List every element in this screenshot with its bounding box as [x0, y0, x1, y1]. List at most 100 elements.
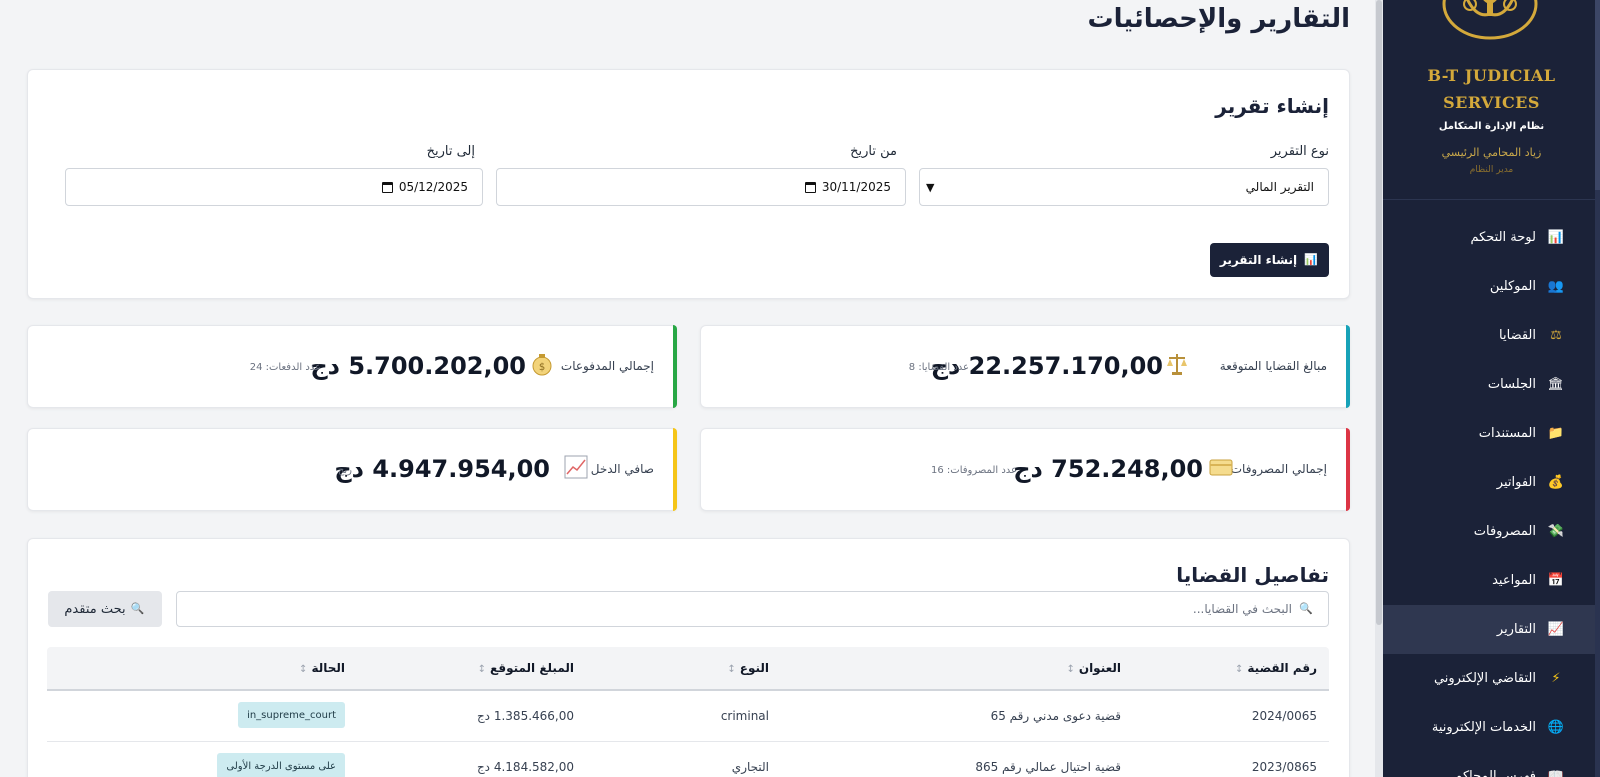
stat-accent-bar — [1346, 428, 1350, 511]
main-content: التقارير والإحصائيات إنشاء تقرير نوع الت… — [0, 0, 1383, 777]
stat-sub: عدد الدفعات: 24 — [249, 362, 321, 373]
sidebar-item-dashboard[interactable]: 📊 لوحة التحكم — [1383, 213, 1600, 262]
create-report-card: إنشاء تقرير نوع التقرير التقرير المالي ▼… — [27, 69, 1350, 299]
create-report-title: إنشاء تقرير — [1215, 94, 1329, 118]
sidebar-item-appointments[interactable]: 📅 المواعيد — [1383, 556, 1600, 605]
svg-text:$: $ — [539, 362, 545, 373]
chart-up-icon — [564, 455, 588, 479]
chart-icon: 📊 — [1304, 253, 1318, 266]
status-badge: in_supreme_court — [238, 702, 345, 728]
report-type-select[interactable]: التقرير المالي ▼ — [919, 168, 1329, 206]
stat-sub: عدد المصروفات: 16 — [931, 465, 1017, 476]
book-icon: 📖 — [1547, 768, 1564, 777]
sidebar-scrollbar[interactable] — [1595, 0, 1600, 777]
case-amount: 4.184.582,00 دج — [476, 760, 574, 774]
courthouse-icon: 🏛 — [1547, 376, 1564, 392]
case-title: قضية احتيال عمالي رقم 865 — [975, 760, 1121, 774]
stat-card-expenses: إجمالي المصروفات 752.248,00 دج عدد المصر… — [700, 428, 1350, 511]
generate-report-label: إنشاء التقرير — [1219, 253, 1298, 267]
folder-icon: 📁 — [1547, 425, 1564, 441]
sidebar-item-documents[interactable]: 📁 المستندات — [1383, 409, 1600, 458]
sidebar-item-sessions[interactable]: 🏛 الجلسات — [1383, 360, 1600, 409]
credit-card-icon — [1209, 459, 1233, 476]
stat-sub: عدد القضايا: 8 — [908, 362, 969, 373]
money-wings-icon: 💸 — [1547, 523, 1564, 539]
stat-card-net-income: صافي الدخل 4.947.954,00 دج ربح — [27, 428, 677, 511]
stat-label: مبالغ القضايا المتوقعة — [1219, 359, 1327, 373]
stat-sub: ربح — [337, 465, 352, 476]
user-name: زياد المحامي الرئيسي — [1441, 146, 1542, 159]
sort-icon: ↕ — [477, 664, 487, 675]
calendar-icon: 📅 — [1547, 572, 1564, 588]
stat-accent-bar — [673, 325, 677, 408]
case-amount: 1.385.466,00 دج — [476, 709, 574, 723]
sidebar-item-invoices[interactable]: 💰 الفواتير — [1383, 458, 1600, 507]
sidebar-item-e-litigation[interactable]: ⚡ التقاضي الإلكتروني — [1383, 654, 1600, 703]
search-icon: 🔍 — [1299, 602, 1313, 615]
stat-value: 5.700.202,00 دج — [310, 352, 526, 380]
page-title: التقارير والإحصائيات — [1087, 4, 1350, 34]
sort-icon: ↕ — [1235, 664, 1244, 675]
chart-icon: 📊 — [1547, 229, 1564, 245]
tree-logo-icon — [1442, 0, 1538, 40]
case-title: قضية دعوى مدني رقم 65 — [990, 709, 1121, 723]
case-type: التجاري — [731, 760, 769, 774]
case-number: 2023/0865 — [1251, 760, 1317, 774]
sidebar-item-court-index[interactable]: 📖 فهرس المحاكم — [1383, 752, 1600, 777]
sidebar-item-reports[interactable]: 📈 التقارير — [1383, 605, 1600, 654]
generate-report-button[interactable]: 📊 إنشاء التقرير — [1210, 243, 1329, 277]
main-scrollbar[interactable] — [1375, 0, 1383, 777]
case-type: criminal — [720, 709, 769, 723]
users-icon: 👥 — [1547, 278, 1564, 294]
sidebar-item-expenses[interactable]: 💸 المصروفات — [1383, 507, 1600, 556]
case-details-card: تفاصيل القضايا 🔍 البحث في القضايا... 🔍 ب… — [27, 538, 1350, 777]
from-date-value: 30/11/2025 — [821, 180, 891, 194]
from-date-label: من تاريخ — [850, 144, 897, 159]
sort-icon: ↕ — [727, 664, 736, 675]
stat-accent-bar — [1346, 325, 1350, 408]
column-header-amount[interactable]: المبلغ المتوقع↕ — [478, 661, 574, 675]
column-header-status[interactable]: الحالة↕ — [299, 661, 345, 675]
sort-icon: ↕ — [1066, 664, 1075, 675]
sidebar-item-cases[interactable]: ⚖ القضايا — [1383, 311, 1600, 360]
column-header-title[interactable]: العنوان↕ — [1066, 661, 1121, 675]
sidebar-item-clients[interactable]: 👥 الموكلين — [1383, 262, 1600, 311]
advanced-search-button[interactable]: 🔍 بحث متقدم — [48, 591, 162, 627]
case-details-title: تفاصيل القضايا — [1176, 563, 1329, 587]
money-bag-icon: 💰 — [1547, 474, 1564, 490]
scales-icon: ⚖ — [1550, 327, 1562, 343]
column-header-type[interactable]: النوع↕ — [727, 661, 769, 675]
sidebar-item-e-services[interactable]: 🌐 الخدمات الإلكترونية — [1383, 703, 1600, 752]
case-search-input[interactable]: 🔍 البحث في القضايا... — [176, 591, 1329, 627]
to-date-input[interactable]: 05/12/2025 — [65, 168, 483, 206]
from-date-input[interactable]: 30/11/2025 — [496, 168, 906, 206]
table-row[interactable]: 2024/0065 قضية دعوى مدني رقم 65 criminal… — [47, 691, 1329, 742]
stat-value: 752.248,00 دج — [1013, 455, 1203, 483]
status-badge: على مستوى الدرجة الأولى — [217, 753, 345, 777]
scrollbar-thumb[interactable] — [1595, 0, 1600, 190]
report-type-value: التقرير المالي — [1245, 180, 1314, 194]
brand-name: B-T JUDICIAL SERVICES — [1427, 66, 1556, 112]
lightning-icon: ⚡ — [1551, 670, 1561, 686]
calendar-icon[interactable] — [804, 181, 816, 193]
search-placeholder: البحث في القضايا... — [1192, 602, 1292, 616]
stat-card-payments: إجمالي المدفوعات $ 5.700.202,00 دج عدد ا… — [27, 325, 677, 408]
sidebar: B-T JUDICIAL SERVICES نظام الإدارة المتك… — [1383, 0, 1600, 777]
to-date-label: إلى تاريخ — [426, 144, 475, 159]
calendar-icon[interactable] — [381, 181, 393, 193]
case-number: 2024/0065 — [1251, 709, 1317, 723]
scrollbar-thumb[interactable] — [1376, 0, 1382, 625]
table-row[interactable]: 2023/0865 قضية احتيال عمالي رقم 865 التج… — [47, 742, 1329, 777]
stat-label: صافي الدخل — [590, 462, 654, 476]
report-type-label: نوع التقرير — [1270, 144, 1329, 159]
stat-label: إجمالي المصروفات — [1230, 462, 1327, 476]
globe-icon: 🌐 — [1547, 719, 1564, 735]
column-header-number[interactable]: رقم القضية↕ — [1235, 661, 1317, 675]
divider — [1383, 199, 1600, 200]
scales-icon — [1167, 354, 1187, 375]
sort-icon: ↕ — [299, 664, 308, 675]
advanced-search-label: بحث متقدم — [64, 601, 126, 617]
search-icon: 🔍 — [130, 602, 145, 615]
chevron-down-icon: ▼ — [926, 181, 935, 194]
stat-label: إجمالي المدفوعات — [560, 359, 654, 373]
